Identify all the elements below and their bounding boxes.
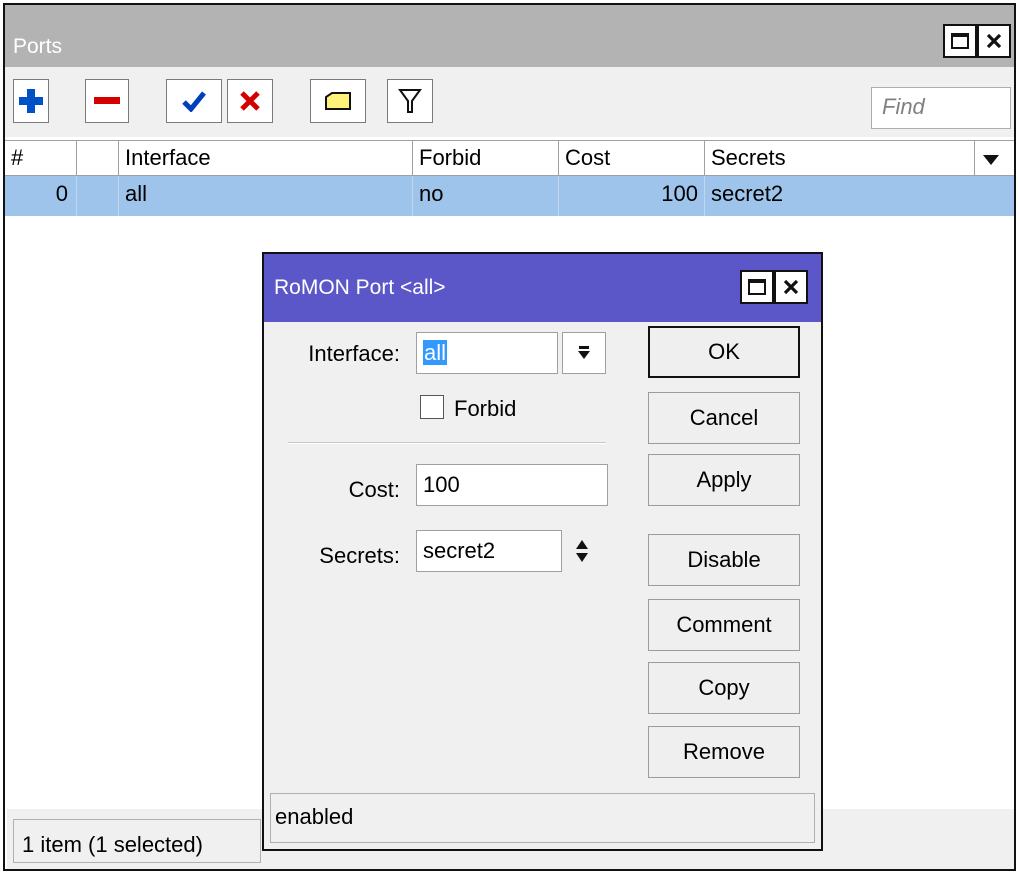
close-button[interactable] [977,24,1011,58]
forbid-label: Forbid [454,396,517,421]
interface-field[interactable]: all [416,332,558,374]
cell-cost: 100 [559,176,705,216]
dialog-status-bar: enabled [270,793,815,843]
cell-secrets: secret2 [711,181,784,206]
disable-button[interactable] [227,79,273,123]
disable-button[interactable]: Disable [648,534,800,586]
dropdown-arrow-icon [578,346,590,359]
cell-forbid: no [413,176,559,216]
ok-button[interactable]: OK [648,326,800,378]
filter-icon [398,89,422,113]
cell-flag [77,176,119,216]
column-header-number[interactable]: # [5,141,77,177]
column-menu-button[interactable] [975,141,1015,177]
comment-button[interactable]: Comment [648,599,800,651]
column-header-forbid[interactable]: Forbid [413,141,559,177]
maximize-icon [748,279,766,295]
cost-label: Cost: [348,477,400,502]
dialog-title: RoMON Port <all> [274,276,446,299]
add-button[interactable] [13,79,49,123]
ports-title-bar[interactable]: Ports [5,5,1014,67]
up-down-arrow-icon [576,540,588,562]
dialog-close-button[interactable] [774,270,808,304]
maximize-button[interactable] [943,24,977,58]
dialog-title-bar[interactable]: RoMON Port <all> [264,254,821,322]
cost-input[interactable]: 100 [416,464,608,506]
find-input[interactable]: Find [871,87,1011,129]
dropdown-arrow-icon [983,155,999,165]
forbid-checkbox[interactable] [420,395,444,419]
table-row[interactable]: 0 all no 100 secret2 [5,176,1014,216]
interface-dropdown-button[interactable] [562,332,606,374]
close-icon [783,279,799,295]
remove-icon [94,97,120,104]
romon-port-dialog: RoMON Port <all> Interface: all Forbid C… [262,252,823,851]
comment-button[interactable] [310,79,366,123]
x-icon [240,91,260,111]
column-header-interface[interactable]: Interface [119,141,413,177]
interface-label: Interface: [308,341,400,366]
secrets-label: Secrets: [319,543,400,568]
copy-button[interactable]: Copy [648,662,800,714]
remove-button[interactable]: Remove [648,726,800,778]
remove-button[interactable] [85,79,129,123]
comment-icon [325,92,351,110]
check-icon [182,91,206,112]
interface-value: all [423,340,448,365]
secrets-input[interactable]: secret2 [416,530,562,572]
secrets-updown-button[interactable] [574,538,590,569]
status-text: 1 item (1 selected) [13,819,261,863]
enable-button[interactable] [166,79,222,123]
cell-interface: all [119,176,413,216]
ports-window-title: Ports [13,35,63,58]
cancel-button[interactable]: Cancel [648,392,800,444]
close-icon [986,33,1002,49]
cell-number: 0 [5,176,77,216]
separator [288,442,606,444]
column-header-flags[interactable] [77,141,119,177]
maximize-icon [951,33,969,49]
dialog-maximize-button[interactable] [740,270,774,304]
add-icon [19,89,43,113]
apply-button[interactable]: Apply [648,454,800,506]
toolbar: Find [5,67,1014,137]
filter-button[interactable] [387,79,433,123]
column-header-secrets[interactable]: Secrets [705,141,975,177]
column-header-cost[interactable]: Cost [559,141,705,177]
table-header: # Interface Forbid Cost Secrets [5,140,1015,177]
